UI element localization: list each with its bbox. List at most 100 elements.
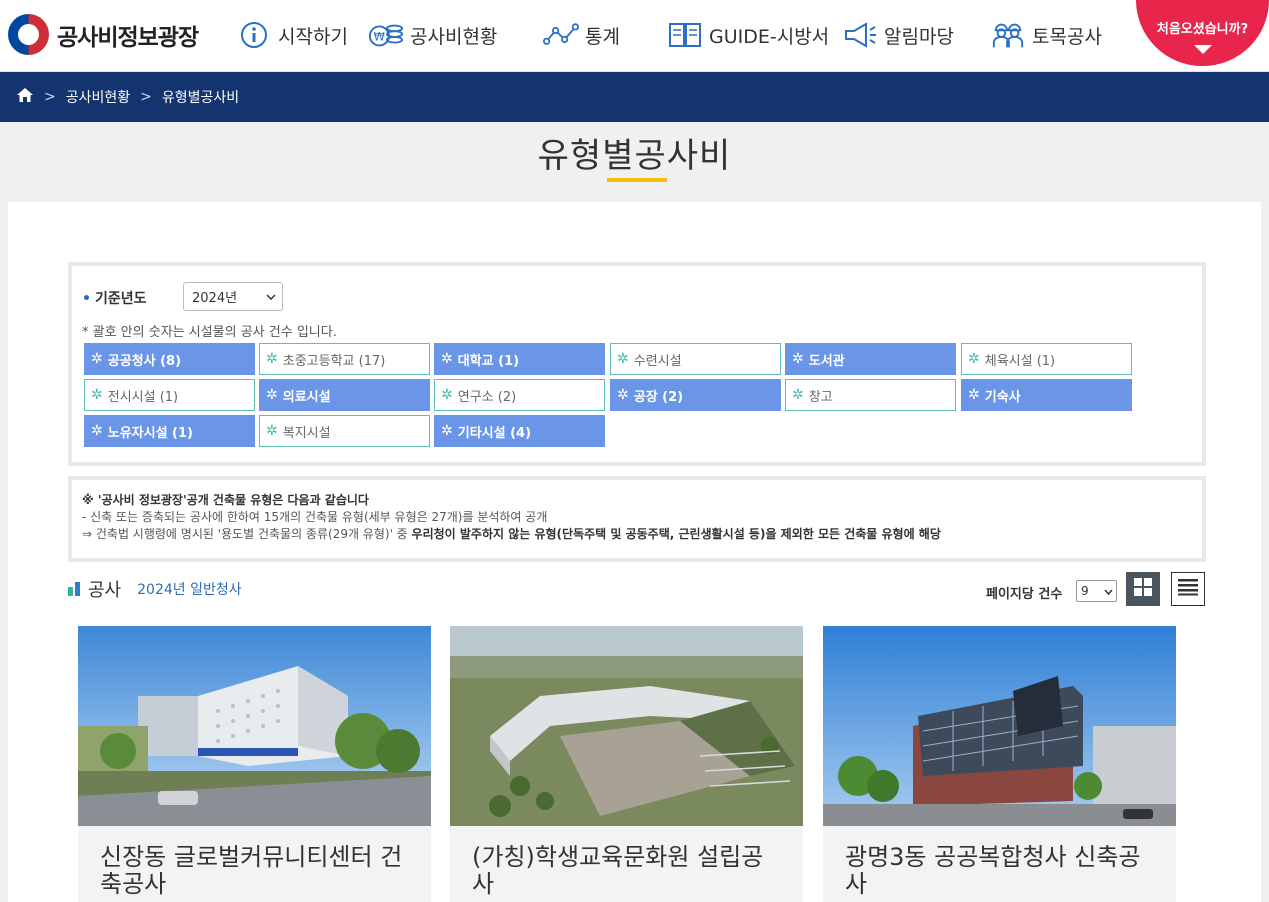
nav-notice[interactable]: 알림마당 bbox=[842, 18, 954, 52]
section-bar-icon bbox=[68, 582, 80, 596]
gear-icon: ✲ bbox=[792, 387, 804, 403]
first-visit-button[interactable]: 처음오셨습니까? bbox=[1136, 0, 1269, 66]
grid-icon bbox=[1133, 577, 1153, 601]
list-icon bbox=[1177, 578, 1199, 600]
perpage-label: 페이지당 건수 bbox=[986, 587, 1063, 602]
category-button[interactable]: ✲ 복지시설 bbox=[259, 415, 430, 447]
category-label: 기타시설 (4) bbox=[457, 425, 532, 441]
category-label: 수련시설 bbox=[633, 353, 682, 369]
nav-civil-works[interactable]: 토목공사 bbox=[990, 18, 1102, 52]
info-line: ※ '공사비 정보광장'공개 건축물 유형은 다음과 같습니다 bbox=[82, 493, 369, 507]
category-button[interactable]: ✲ 의료시설 bbox=[259, 379, 430, 411]
category-label: 연구소 (2) bbox=[457, 389, 517, 405]
site-logo[interactable]: 공사비정보광장 bbox=[8, 14, 199, 55]
breadcrumb-item-current: 유형별공사비 bbox=[161, 90, 240, 106]
gear-icon: ✲ bbox=[441, 351, 453, 367]
bullet-icon: • bbox=[82, 291, 91, 307]
taegeuk-logo-icon bbox=[8, 14, 49, 55]
project-card[interactable]: 신장동 글로벌커뮤니티센터 건축공사 bbox=[78, 626, 431, 902]
nav-cost-status[interactable]: ₩ 공사비현황 bbox=[368, 18, 497, 52]
gear-icon: ✲ bbox=[617, 351, 629, 367]
info-line: ⇒ 건축법 시행령에 명시된 '용도별 건축물의 종류(29개 유형)' 중 우… bbox=[82, 527, 941, 541]
year-label: • 기준년도 bbox=[82, 291, 147, 307]
book-icon bbox=[667, 18, 703, 52]
svg-text:₩: ₩ bbox=[374, 30, 385, 44]
category-button[interactable]: ✲ 기타시설 (4) bbox=[434, 415, 605, 447]
nav-label: 통계 bbox=[585, 25, 620, 48]
project-card[interactable]: (가칭)학생교육문화원 설립공사 bbox=[450, 626, 803, 902]
project-image bbox=[78, 626, 431, 826]
project-card[interactable]: 광명3동 공공복합청사 신축공사 bbox=[823, 626, 1176, 902]
gear-icon: ✲ bbox=[91, 387, 103, 403]
nav-label: 토목공사 bbox=[1032, 25, 1102, 48]
gear-icon: ✲ bbox=[91, 423, 103, 439]
nav-label: 알림마당 bbox=[884, 25, 954, 48]
page-title: 유형별공사비 bbox=[537, 136, 732, 176]
chart-line-icon bbox=[543, 18, 579, 52]
perpage-select[interactable]: 9 bbox=[1076, 580, 1117, 602]
project-title: 신장동 글로벌커뮤니티센터 건축공사 bbox=[100, 843, 403, 898]
category-button[interactable]: ✲ 기숙사 bbox=[961, 379, 1132, 411]
info-box: ※ '공사비 정보광장'공개 건축물 유형은 다음과 같습니다 - 신축 또는 … bbox=[68, 476, 1206, 562]
info-line: - 신축 또는 증축되는 공사에 한하여 15개의 건축물 유형(세부 유형은 … bbox=[82, 510, 548, 524]
category-label: 기숙사 bbox=[984, 389, 1021, 405]
triangle-down-icon bbox=[1193, 45, 1212, 54]
category-button[interactable]: ✲ 전시시설 (1) bbox=[84, 379, 255, 411]
gear-icon: ✲ bbox=[792, 351, 804, 367]
category-label: 도서관 bbox=[808, 353, 845, 369]
home-icon[interactable] bbox=[16, 87, 34, 107]
coins-icon: ₩ bbox=[368, 18, 404, 52]
category-button[interactable]: ✲ 체육시설 (1) bbox=[961, 343, 1132, 375]
project-title: 광명3동 공공복합청사 신축공사 bbox=[845, 843, 1141, 898]
category-label: 창고 bbox=[808, 389, 833, 405]
breadcrumb-item[interactable]: 공사비현황 bbox=[66, 87, 130, 107]
project-image bbox=[823, 626, 1176, 826]
nav-start[interactable]: 시작하기 bbox=[236, 18, 348, 52]
nav-label: 공사비현황 bbox=[410, 25, 498, 48]
category-label: 체육시설 (1) bbox=[984, 353, 1056, 369]
breadcrumb-separator: > bbox=[44, 89, 56, 105]
category-button[interactable]: ✲ 노유자시설 (1) bbox=[84, 415, 255, 447]
category-button[interactable]: ✲ 공장 (2) bbox=[610, 379, 781, 411]
grid-view-button[interactable] bbox=[1126, 572, 1160, 606]
category-label: 복지시설 bbox=[282, 425, 331, 441]
chevron-down-icon bbox=[1104, 584, 1113, 598]
nav-label: GUIDE-시방서 bbox=[709, 25, 830, 48]
category-button[interactable]: ✲ 연구소 (2) bbox=[434, 379, 605, 411]
gear-icon: ✲ bbox=[441, 423, 453, 439]
category-label: 공장 (2) bbox=[633, 389, 684, 405]
category-button[interactable]: ✲ 공공청사 (8) bbox=[84, 343, 255, 375]
nav-statistics[interactable]: 통계 bbox=[543, 18, 620, 52]
category-label: 공공청사 (8) bbox=[107, 353, 182, 369]
category-button[interactable]: ✲ 초중고등학교 (17) bbox=[259, 343, 430, 375]
category-button[interactable]: ✲ 창고 bbox=[785, 379, 956, 411]
category-label: 대학교 (1) bbox=[457, 353, 520, 369]
section-subtitle: 2024년 일반청사 bbox=[137, 582, 242, 598]
gear-icon: ✲ bbox=[617, 387, 629, 403]
year-select[interactable]: 2024년 bbox=[183, 282, 283, 311]
info-icon bbox=[236, 18, 272, 52]
section-title: 공사 bbox=[88, 580, 122, 601]
breadcrumb: > 공사비현황 > 유형별공사비 bbox=[0, 72, 1269, 122]
category-label: 의료시설 bbox=[282, 389, 331, 405]
top-header: 공사비정보광장 시작하기 ₩ 공사비현황 통계 GUIDE-시방서 알림마당 토… bbox=[0, 0, 1269, 72]
chevron-down-icon bbox=[266, 289, 276, 304]
title-underline bbox=[607, 178, 667, 182]
logo-text: 공사비정보광장 bbox=[57, 24, 199, 51]
category-button[interactable]: ✲ 수련시설 bbox=[610, 343, 781, 375]
category-label: 초중고등학교 (17) bbox=[282, 353, 386, 369]
perpage-value: 9 bbox=[1081, 584, 1089, 598]
nav-guide[interactable]: GUIDE-시방서 bbox=[667, 18, 829, 52]
year-select-value: 2024년 bbox=[192, 291, 238, 306]
list-view-button[interactable] bbox=[1171, 572, 1205, 606]
project-image bbox=[450, 626, 803, 826]
category-button[interactable]: ✲ 도서관 bbox=[785, 343, 956, 375]
first-visit-label: 처음오셨습니까? bbox=[1156, 22, 1249, 37]
category-button[interactable]: ✲ 대학교 (1) bbox=[434, 343, 605, 375]
gear-icon: ✲ bbox=[91, 351, 103, 367]
megaphone-icon bbox=[842, 18, 878, 52]
section-header: 공사 2024년 일반청사 bbox=[68, 576, 242, 602]
gear-icon: ✲ bbox=[968, 387, 980, 403]
category-label: 전시시설 (1) bbox=[107, 389, 179, 405]
project-title: (가칭)학생교육문화원 설립공사 bbox=[472, 843, 764, 898]
